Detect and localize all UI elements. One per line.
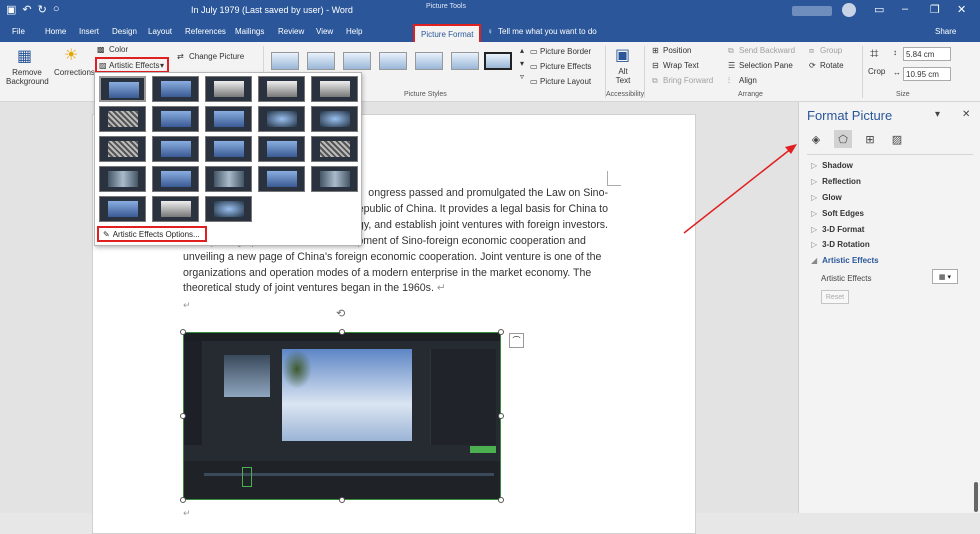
annotation-arrow (683, 144, 797, 234)
